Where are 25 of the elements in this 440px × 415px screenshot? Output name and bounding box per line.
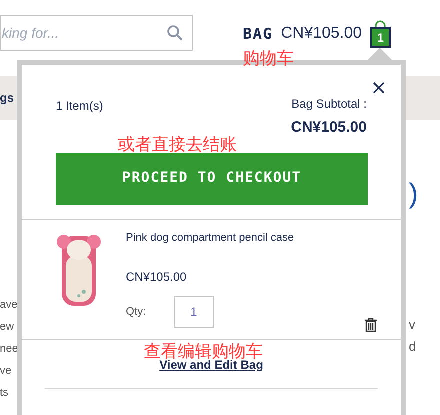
trash-icon[interactable] bbox=[365, 318, 377, 332]
text-fragment: v bbox=[409, 318, 416, 331]
annotation-text: 购物车 bbox=[243, 50, 294, 67]
annotation-text: 查看编辑购物车 bbox=[144, 343, 263, 360]
search-field[interactable]: king for... bbox=[0, 15, 193, 51]
bag-total[interactable]: CN¥105.00 bbox=[281, 22, 362, 46]
text-fragment: ve bbox=[0, 364, 12, 379]
text-fragment: d bbox=[409, 340, 416, 353]
bag-label[interactable]: BAG bbox=[243, 22, 274, 46]
text-fragment: ) bbox=[409, 180, 418, 208]
text-fragment: ts bbox=[0, 386, 9, 401]
qty-label: Qty: bbox=[126, 304, 148, 320]
subtotal-amount: CN¥105.00 bbox=[291, 118, 367, 138]
product-price: CN¥105.00 bbox=[126, 269, 188, 286]
close-icon[interactable] bbox=[373, 82, 385, 94]
subtotal-label: Bag Subtotal : bbox=[292, 96, 367, 113]
search-icon[interactable] bbox=[167, 25, 183, 41]
product-name[interactable]: Pink dog compartment pencil case bbox=[126, 230, 294, 246]
band-label: gs bbox=[0, 90, 14, 107]
text-fragment: ave bbox=[0, 298, 18, 313]
annotation-text: 或者直接去结账 bbox=[118, 136, 237, 153]
checkout-button[interactable]: PROCEED TO CHECKOUT bbox=[56, 152, 368, 204]
item-count: 1 Item(s) bbox=[56, 98, 104, 115]
qty-field[interactable]: 1 bbox=[174, 296, 214, 328]
text-fragment: ew bbox=[0, 320, 14, 335]
